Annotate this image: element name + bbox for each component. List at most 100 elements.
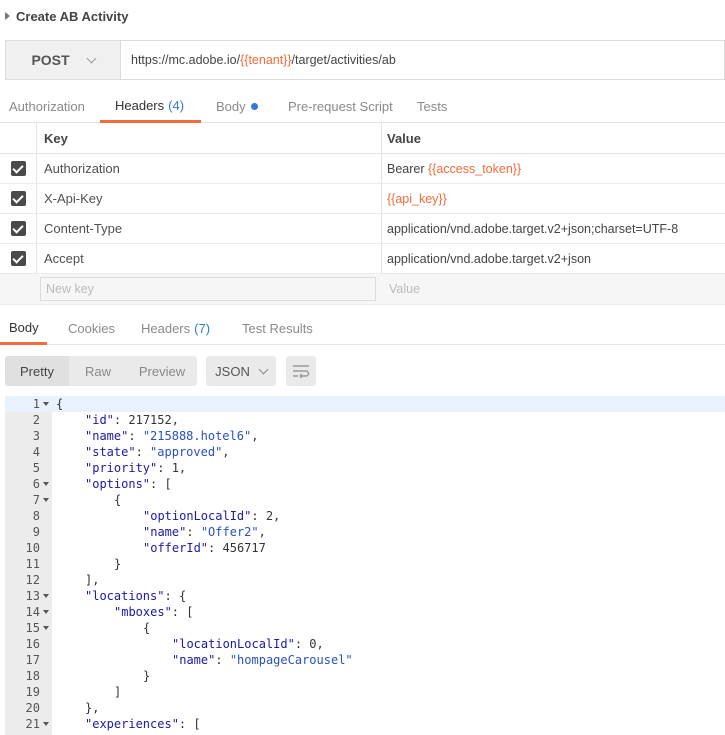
- view-mode-toggle: Pretty Raw Preview: [5, 356, 197, 386]
- key-column-header: Key: [37, 123, 382, 153]
- code-text: {: [114, 493, 122, 507]
- code-text: "optionLocalId": 2,: [143, 509, 281, 523]
- code-line[interactable]: 20},: [5, 700, 725, 716]
- fold-toggle-icon[interactable]: [43, 594, 49, 598]
- tab-label: Test Results: [242, 321, 313, 336]
- line-number: 3: [32, 429, 40, 443]
- tab-label: Headers: [115, 97, 165, 113]
- tab-response-headers[interactable]: Headers (7): [136, 312, 236, 345]
- code-line[interactable]: 17 "name": "hompageCarousel": [5, 652, 725, 668]
- header-value[interactable]: Bearer {{access_token}}: [382, 154, 725, 183]
- code-text: "experiences": [: [85, 717, 201, 731]
- tab-body[interactable]: Body: [201, 90, 272, 123]
- tab-label: Body: [216, 99, 246, 114]
- row-checkbox[interactable]: [10, 251, 26, 266]
- code-line[interactable]: 21 "experiences": [: [5, 716, 725, 732]
- code-line[interactable]: 1{: [5, 396, 725, 412]
- line-number: 15: [25, 621, 40, 635]
- code-line[interactable]: 13 "locations": {: [5, 588, 725, 604]
- tab-label: Authorization: [9, 99, 85, 114]
- response-tabs: Body Cookies Headers (7) Test Results: [0, 312, 725, 345]
- url-variable: {{tenant}}: [240, 53, 292, 67]
- tab-label: Headers: [141, 321, 191, 336]
- url-input[interactable]: https://mc.adobe.io/{{tenant}}/target/ac…: [121, 41, 724, 79]
- code-text: ]: [114, 685, 122, 699]
- value-text: application/vnd.adobe.target.v2+json;cha…: [387, 221, 679, 236]
- caret-right-icon[interactable]: [5, 12, 10, 20]
- code-line[interactable]: 6 "options": [: [5, 476, 725, 492]
- code-line[interactable]: 15 {: [5, 620, 725, 636]
- response-body-editor[interactable]: 1{2 "id": 217152, 3 "name": "215888.hotel6"…: [5, 396, 725, 735]
- chevron-down-icon: [258, 364, 269, 374]
- code-line[interactable]: 8 "optionLocalId": 2,: [5, 508, 725, 524]
- raw-button[interactable]: Raw: [69, 356, 127, 386]
- header-key[interactable]: Content-Type: [37, 214, 382, 243]
- fold-toggle-icon[interactable]: [43, 482, 49, 486]
- code-line[interactable]: 5 "priority": 1,: [5, 460, 725, 476]
- new-value-input[interactable]: Value: [382, 274, 725, 304]
- code-line[interactable]: 7{: [5, 492, 725, 508]
- tab-cookies[interactable]: Cookies: [47, 312, 136, 345]
- code-text: "name": "hompageCarousel": [172, 653, 353, 667]
- code-line[interactable]: 14 "mboxes": [: [5, 604, 725, 620]
- code-line[interactable]: 16 "locationLocalId": 0,: [5, 636, 725, 652]
- code-line[interactable]: 9 "name": "Offer2",: [5, 524, 725, 540]
- code-text: },: [85, 701, 100, 715]
- tab-test-results[interactable]: Test Results: [236, 312, 356, 345]
- code-line[interactable]: 2 "id": 217152,: [5, 412, 725, 428]
- request-title-bar[interactable]: Create AB Activity: [0, 0, 725, 32]
- modified-dot-icon: [250, 103, 258, 110]
- header-key[interactable]: X-Api-Key: [37, 184, 382, 213]
- header-key[interactable]: Accept: [37, 244, 382, 273]
- row-checkbox[interactable]: [10, 191, 26, 206]
- line-number: 9: [32, 525, 40, 539]
- code-text: "mboxes": [: [114, 605, 194, 619]
- fold-toggle-icon[interactable]: [43, 610, 49, 614]
- header-value[interactable]: application/vnd.adobe.target.v2+json;cha…: [382, 214, 725, 243]
- fold-toggle-icon[interactable]: [43, 722, 49, 726]
- code-text: "state": "approved",: [85, 445, 230, 459]
- pretty-button[interactable]: Pretty: [5, 356, 69, 386]
- line-number: 17: [25, 653, 40, 667]
- line-number: 7: [32, 493, 40, 507]
- code-line[interactable]: 18}: [5, 668, 725, 684]
- value-text: Bearer: [387, 161, 428, 176]
- method-dropdown[interactable]: POST: [6, 41, 121, 79]
- table-row: X-Api-Key {{api_key}}: [0, 184, 725, 214]
- code-text: "locationLocalId": 0,: [172, 637, 324, 651]
- table-header-row: Key Value: [0, 123, 725, 154]
- code-line[interactable]: 4 "state": "approved",: [5, 444, 725, 460]
- tab-response-body[interactable]: Body: [0, 312, 47, 345]
- tab-authorization[interactable]: Authorization: [0, 90, 100, 123]
- tab-tests[interactable]: Tests: [417, 90, 477, 123]
- value-variable: {{api_key}}: [387, 191, 447, 206]
- tab-headers[interactable]: Headers (4): [100, 90, 201, 123]
- value-text: application/vnd.adobe.target.v2+json: [387, 251, 591, 266]
- code-line[interactable]: 11}: [5, 556, 725, 572]
- header-value[interactable]: {{api_key}}: [382, 184, 725, 213]
- code-text: "name": "Offer2",: [143, 525, 266, 539]
- fold-toggle-icon[interactable]: [43, 498, 49, 502]
- header-key[interactable]: Authorization: [37, 154, 382, 183]
- preview-button[interactable]: Preview: [127, 356, 197, 386]
- fold-toggle-icon[interactable]: [43, 626, 49, 630]
- headers-count-badge: (7): [194, 321, 211, 336]
- code-text: "locations": {: [85, 589, 187, 603]
- row-checkbox[interactable]: [10, 161, 26, 176]
- wrap-lines-button[interactable]: [286, 356, 316, 386]
- headers-table: Key Value Authorization Bearer {{access_…: [0, 123, 725, 305]
- value-column-header: Value: [387, 130, 421, 146]
- code-text: }: [143, 669, 151, 683]
- header-value[interactable]: application/vnd.adobe.target.v2+json: [382, 244, 725, 273]
- row-checkbox[interactable]: [10, 221, 26, 236]
- format-label: JSON: [215, 363, 250, 379]
- fold-toggle-icon[interactable]: [43, 402, 49, 406]
- code-line[interactable]: 3 "name": "215888.hotel6",: [5, 428, 725, 444]
- tab-prerequest-script[interactable]: Pre-request Script: [272, 90, 417, 123]
- response-toolbar: Pretty Raw Preview JSON: [5, 356, 316, 386]
- code-line[interactable]: 12],: [5, 572, 725, 588]
- format-dropdown[interactable]: JSON: [206, 356, 276, 386]
- new-key-input[interactable]: New key: [40, 277, 376, 301]
- code-line[interactable]: 10 "offerId": 456717: [5, 540, 725, 556]
- code-line[interactable]: 19]: [5, 684, 725, 700]
